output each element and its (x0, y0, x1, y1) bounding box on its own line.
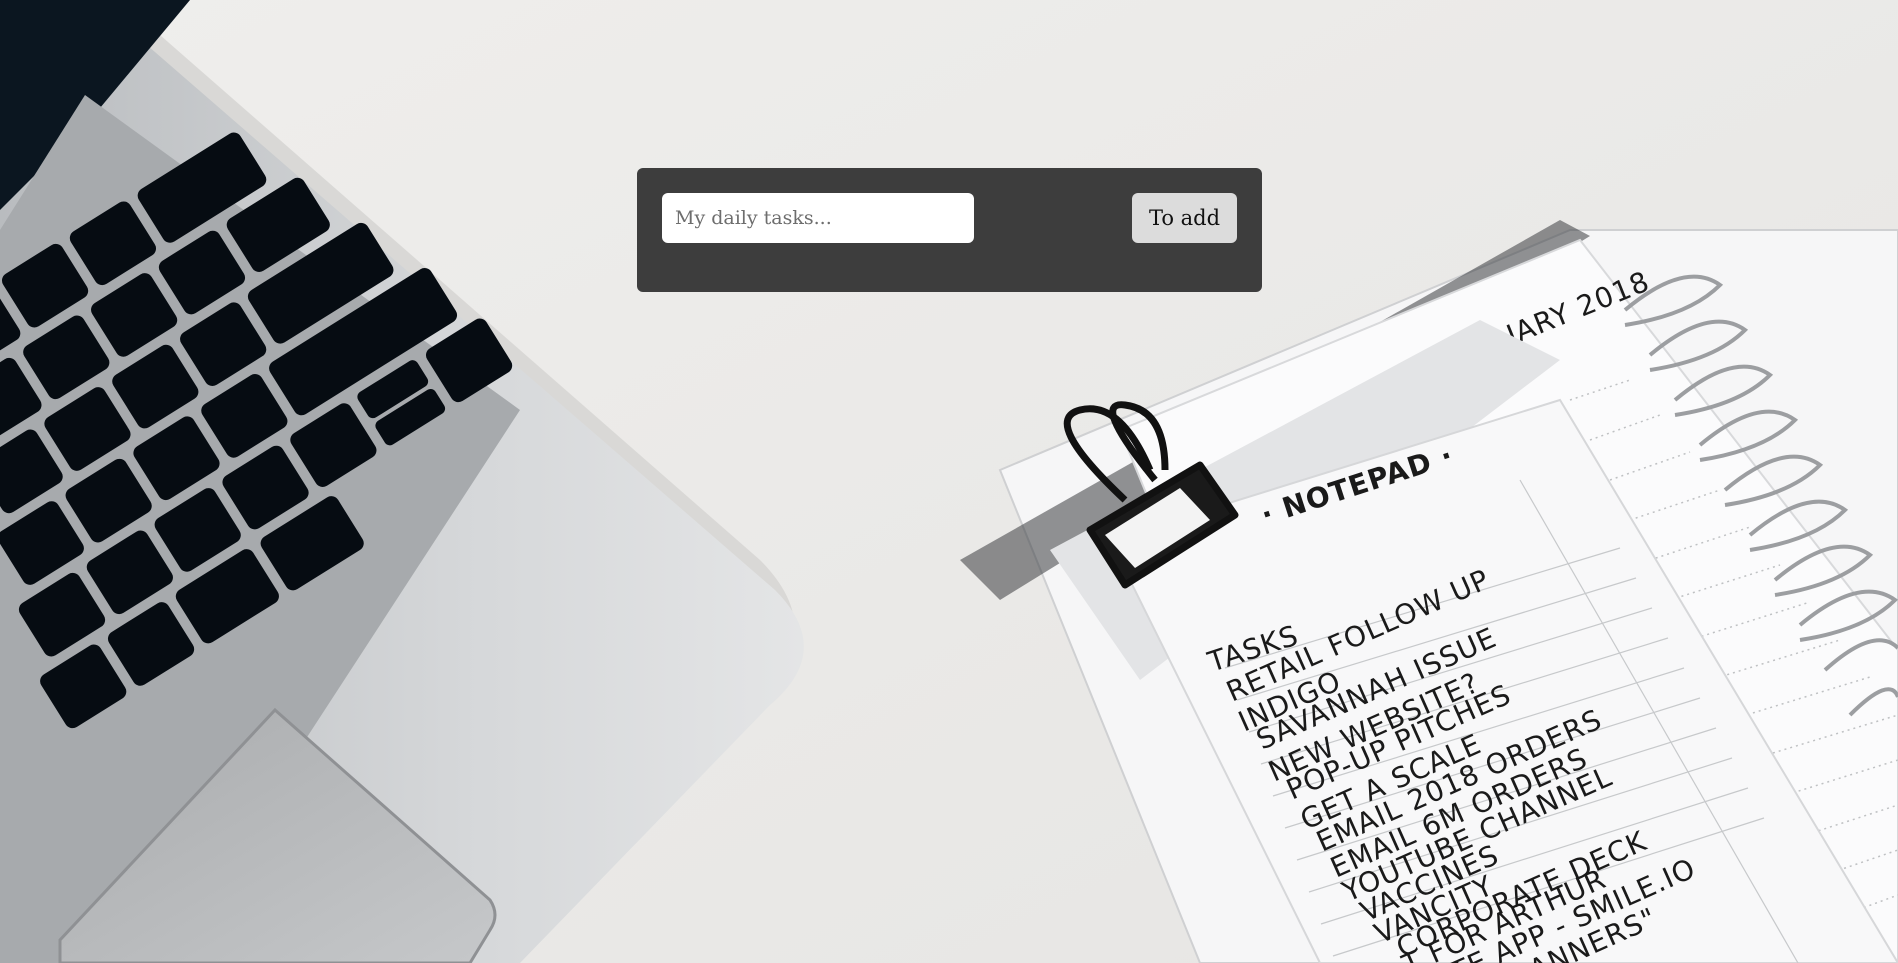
task-input[interactable] (662, 193, 974, 243)
app-page: UARY 2018 · NOTEPAD · TASKS RETAIL FOLLO… (0, 0, 1898, 963)
background-photo: UARY 2018 · NOTEPAD · TASKS RETAIL FOLLO… (0, 0, 1898, 963)
add-task-button[interactable]: To add (1132, 193, 1237, 243)
todo-form-panel: To add (637, 168, 1262, 292)
